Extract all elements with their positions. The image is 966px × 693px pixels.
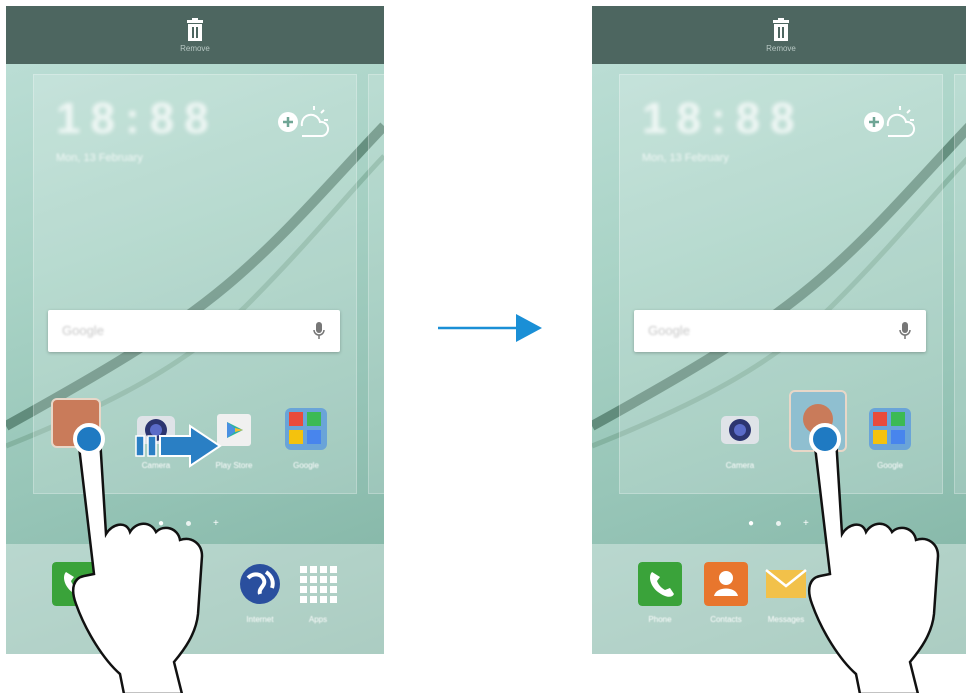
google-folder-icon [285,408,327,450]
trash-icon[interactable] [184,17,206,42]
phone-icon [638,562,682,606]
search-placeholder: Google [648,323,690,338]
home-indicator-icon: ● [748,518,755,529]
app-label: Camera [725,461,755,470]
app-camera[interactable]: Camera [710,406,770,470]
hand-pointer-icon [72,423,204,693]
dock-phone[interactable]: Phone [630,562,690,624]
weather-add-icon[interactable] [860,100,918,140]
remove-label: Remove [180,43,210,53]
remove-bar[interactable]: Remove [6,6,384,64]
date-text: Mon, 13 February [56,152,143,164]
clock-widget: 18:88 [642,94,805,143]
transition-arrow-icon [438,314,542,342]
dock-apps[interactable]: Apps [288,562,348,624]
app-label: Phone [648,615,672,624]
contacts-icon [704,562,748,606]
remove-bar[interactable]: Remove [592,6,966,64]
next-panel-edge [368,74,384,494]
trash-icon[interactable] [770,17,792,42]
google-search-bar[interactable]: Google [634,310,926,352]
weather-add-icon[interactable] [274,100,332,140]
mic-icon[interactable] [312,321,326,341]
date-text: Mon, 13 February [642,152,729,164]
hand-pointer-icon [808,423,940,693]
apps-grid-icon [300,566,337,603]
app-label: Contacts [710,615,742,624]
page-dot [776,521,782,526]
app-label: Google [293,461,319,470]
search-placeholder: Google [62,323,104,338]
google-search-bar[interactable]: Google [48,310,340,352]
camera-icon [721,416,759,444]
mic-icon[interactable] [898,321,912,341]
app-label: Apps [308,615,328,624]
clock-widget: 18:88 [56,94,219,143]
dock-contacts[interactable]: Contacts [696,562,756,624]
remove-label: Remove [766,43,796,53]
app-google-folder[interactable]: Google [276,406,336,470]
